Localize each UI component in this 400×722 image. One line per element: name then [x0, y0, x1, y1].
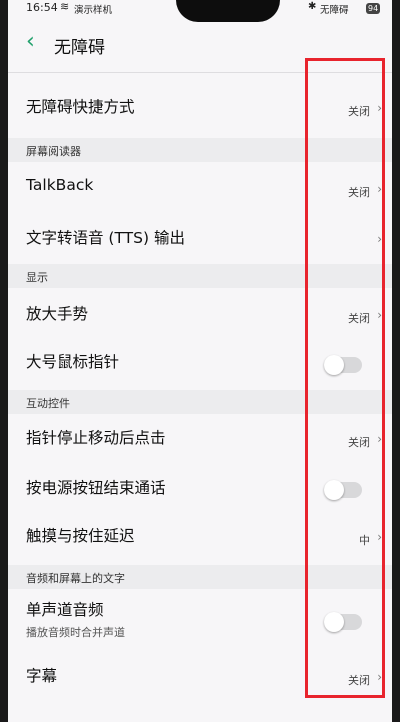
row-touch-hold-delay[interactable]: 触摸与按住延迟 中 › — [8, 514, 392, 560]
section-header-interaction: 互动控件 — [8, 390, 392, 414]
row-value: 关闭 — [348, 312, 370, 325]
section-label: 显示 — [26, 271, 48, 284]
row-value: 中 — [359, 534, 370, 547]
row-value: 关闭 — [348, 674, 370, 687]
row-value: 关闭 — [348, 105, 370, 118]
row-value: 关闭 — [348, 436, 370, 449]
row-captions[interactable]: 字幕 关闭 › — [8, 652, 392, 702]
row-label: 放大手势 — [26, 305, 89, 323]
row-label: 单声道音频 — [26, 601, 104, 619]
large-pointer-toggle[interactable] — [324, 355, 362, 375]
chevron-right-icon: › — [377, 182, 382, 196]
wifi-icon: ≋ — [60, 0, 70, 13]
carrier-label: 演示样机 — [74, 5, 113, 16]
row-dwell-click[interactable]: 指针停止移动后点击 关闭 › — [8, 414, 392, 460]
row-power-ends-call: 按电源按钮结束通话 — [8, 464, 392, 510]
chevron-right-icon: › — [377, 308, 382, 322]
section-label: 音频和屏幕上的文字 — [26, 572, 125, 585]
row-mono-audio: 单声道音频 播放音频时合并声道 — [8, 590, 392, 646]
row-label: 字幕 — [26, 667, 58, 685]
chevron-right-icon: › — [377, 670, 382, 684]
row-magnification-gesture[interactable]: 放大手势 关闭 › — [8, 288, 392, 334]
row-label: 指针停止移动后点击 — [26, 429, 166, 447]
mono-audio-toggle[interactable] — [324, 612, 362, 632]
back-chevron-icon[interactable]: ‹ — [26, 29, 35, 55]
row-label: 文字转语音 (TTS) 输出 — [26, 229, 185, 247]
camera-notch — [176, 0, 280, 22]
page-title: 无障碍 — [54, 38, 105, 58]
row-label: 无障碍快捷方式 — [26, 98, 135, 116]
toggle-knob — [324, 612, 344, 632]
toggle-knob — [324, 480, 344, 500]
status-time: 16:54 — [26, 1, 58, 14]
chevron-right-icon: › — [377, 432, 382, 446]
header-divider — [8, 72, 392, 73]
row-label: 大号鼠标指针 — [26, 353, 120, 371]
section-header-display: 显示 — [8, 264, 392, 288]
power-ends-call-toggle[interactable] — [324, 480, 362, 500]
row-label: 按电源按钮结束通话 — [26, 479, 166, 497]
bluetooth-icon: ✱ — [308, 1, 317, 12]
row-label: TalkBack — [26, 176, 94, 194]
chevron-right-icon: › — [377, 101, 382, 115]
phone-screen: 16:54 ≋ 演示样机 ✱ 无障碍 94 ‹ 无障碍 无障碍快捷方式 关闭 ›… — [8, 0, 392, 722]
row-value: 关闭 — [348, 186, 370, 199]
battery-badge: 94 — [366, 3, 381, 14]
row-subtitle: 播放音频时合并声道 — [26, 626, 125, 639]
section-label: 互动控件 — [26, 397, 70, 410]
section-header-audio-text: 音频和屏幕上的文字 — [8, 565, 392, 589]
row-tts-output[interactable]: 文字转语音 (TTS) 输出 › — [8, 212, 392, 258]
section-label: 屏幕阅读器 — [26, 145, 81, 158]
chevron-right-icon: › — [377, 232, 382, 246]
section-header-screen-reader: 屏幕阅读器 — [8, 138, 392, 162]
chevron-right-icon: › — [377, 530, 382, 544]
app-header: ‹ 无障碍 — [8, 24, 392, 66]
row-accessibility-shortcut[interactable]: 无障碍快捷方式 关闭 › — [8, 84, 392, 130]
row-talkback[interactable]: TalkBack 关闭 › — [8, 162, 392, 208]
row-large-pointer: 大号鼠标指针 — [8, 338, 392, 384]
row-label: 触摸与按住延迟 — [26, 527, 135, 545]
toggle-knob — [324, 355, 344, 375]
status-service: 无障碍 — [320, 5, 349, 16]
